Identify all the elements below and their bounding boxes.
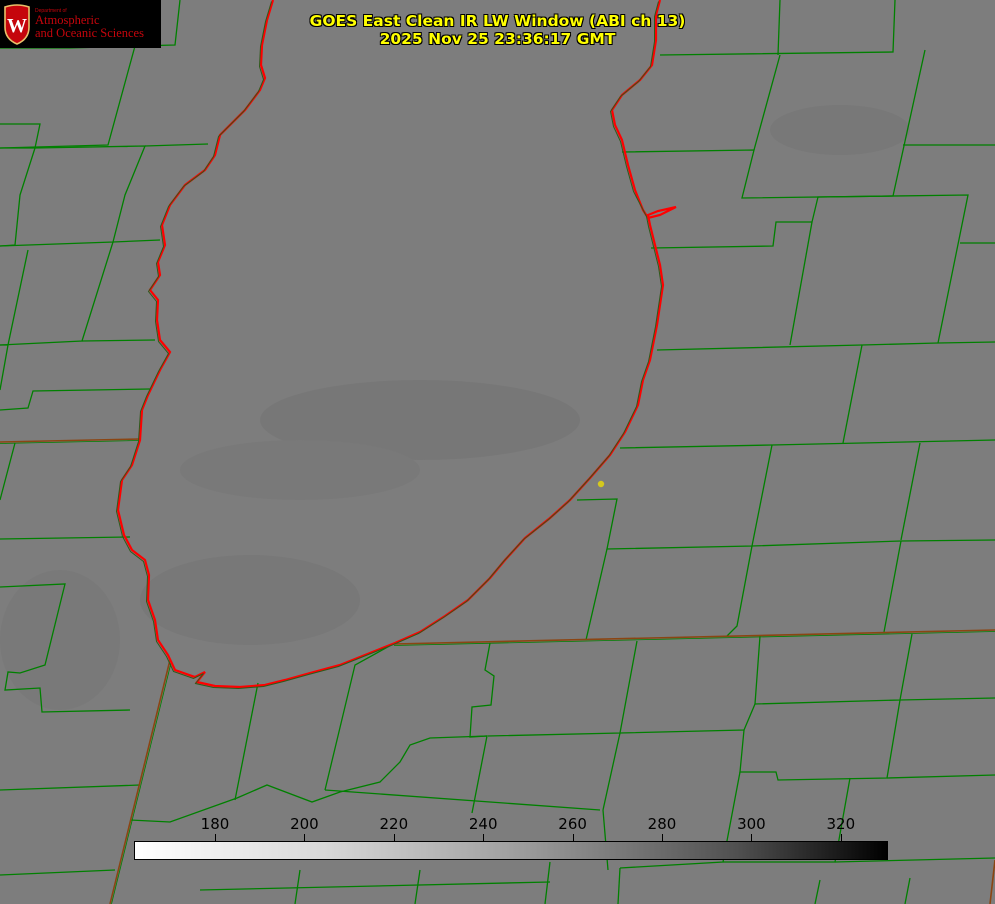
location-marker xyxy=(597,480,605,488)
colorbar-tick-mark xyxy=(393,834,395,841)
colorbar-tick-mark xyxy=(662,834,663,841)
colorbar-tick-label: 260 xyxy=(558,815,587,833)
colorbar-tick-mark xyxy=(572,834,574,841)
satellite-map xyxy=(0,0,995,904)
colorbar-tick-mark xyxy=(751,834,753,841)
colorbar-tick-mark xyxy=(483,834,485,841)
colorbar-tick-label: 220 xyxy=(379,815,409,833)
colorbar-tick-label: 320 xyxy=(826,815,856,833)
colorbar-tick-label: 280 xyxy=(647,815,677,833)
colorbar-tick-mark xyxy=(215,834,216,841)
colorbar-tick-label: 180 xyxy=(200,815,230,833)
image-timestamp: 2025 Nov 25 23:36:17 GMT xyxy=(379,30,616,48)
colorbar-tick-label: 300 xyxy=(737,815,766,833)
temperature-colorbar xyxy=(134,841,888,860)
colorbar-tick-label: 200 xyxy=(290,815,319,833)
image-title: GOES East Clean IR LW Window (ABI ch 13) xyxy=(309,12,686,30)
colorbar-tick-mark xyxy=(840,834,842,841)
colorbar-tick-label: 240 xyxy=(468,815,498,833)
colorbar-tick-mark xyxy=(304,834,306,841)
